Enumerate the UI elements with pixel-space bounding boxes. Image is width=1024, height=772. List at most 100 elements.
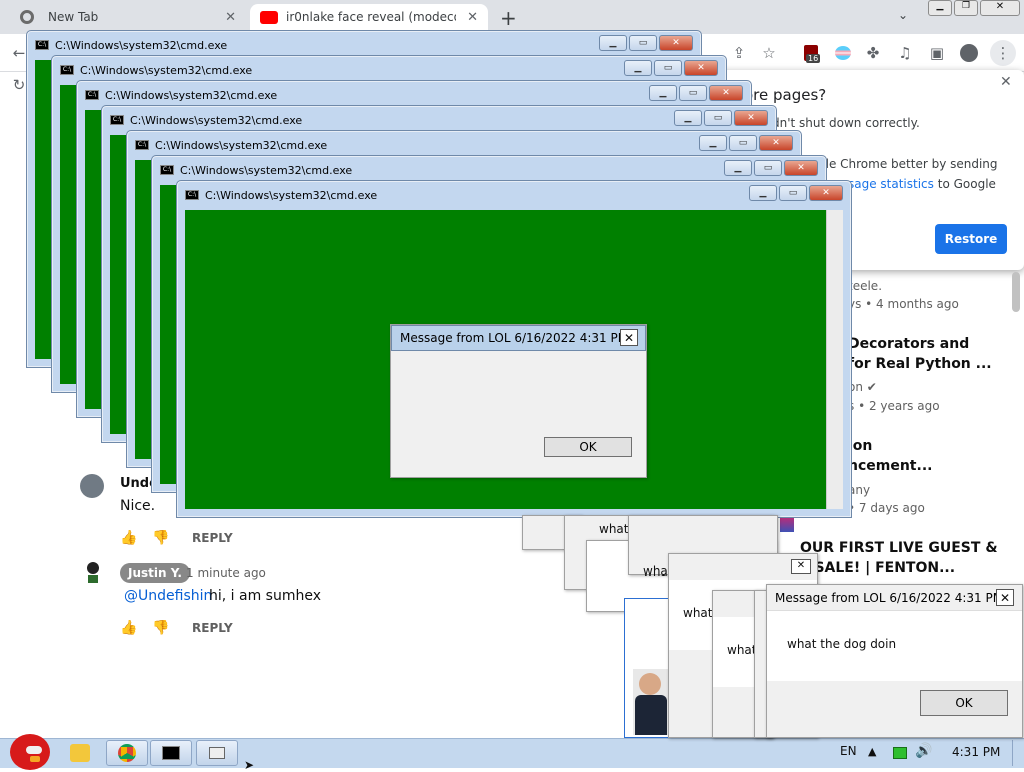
window-controls: ▁ ▭ ✕ — [624, 60, 718, 76]
window-title: C:\ C:\Windows\system32\cmd.exe — [35, 37, 227, 53]
restore-message: dn't shut down correctly. — [772, 116, 920, 130]
reply-button[interactable]: REPLY — [192, 621, 233, 635]
taskbar-cmd-button[interactable] — [150, 740, 192, 766]
network-icon[interactable] — [893, 747, 907, 759]
sidebar-item-2-title[interactable]: Decorators and — [848, 334, 969, 354]
sidebar-item-2-title-2[interactable]: for Real Python ... — [848, 354, 992, 374]
profile-icon[interactable] — [958, 42, 980, 64]
close-icon[interactable]: ✕ — [684, 60, 718, 76]
close-icon[interactable]: ✕ — [709, 85, 743, 101]
show-desktop-button[interactable] — [1012, 740, 1022, 766]
minimize-icon[interactable]: ▁ — [724, 160, 752, 176]
comment-author-badge[interactable]: Justin Y. — [120, 563, 190, 583]
maximize-icon[interactable]: ▭ — [704, 110, 732, 126]
window-controls: ▁ ▭ ✕ — [699, 135, 793, 151]
chrome-icon — [20, 10, 34, 24]
maximize-icon[interactable]: ▭ — [779, 185, 807, 201]
avatar[interactable] — [80, 474, 104, 498]
tab-label: New Tab — [48, 10, 99, 24]
maximize-icon[interactable]: ▭ — [629, 35, 657, 51]
extension-badge: 16 — [806, 54, 821, 63]
person-head — [639, 673, 661, 695]
close-icon[interactable]: ✕ — [980, 0, 1020, 16]
page-scrollbar[interactable] — [1012, 272, 1020, 312]
chevron-down-icon[interactable]: ⌄ — [898, 8, 908, 22]
thumbs-up-icon[interactable]: 👍 — [120, 620, 137, 636]
minimize-icon[interactable]: ▁ — [749, 185, 777, 201]
close-icon[interactable]: ✕ — [791, 559, 811, 574]
window-title: C:\ C:\Windows\system32\cmd.exe — [110, 112, 302, 128]
sidepanel-icon[interactable]: ▣ — [926, 42, 948, 64]
scrollbar[interactable] — [826, 210, 843, 509]
taskbar-chrome-button[interactable] — [106, 740, 148, 766]
window-controls: ▁ ❐ ✕ — [928, 0, 1022, 18]
window-controls: ▁ ▭ ✕ — [674, 110, 768, 126]
taskbar-window-button[interactable] — [196, 740, 238, 766]
flag-extension-icon[interactable] — [832, 42, 854, 64]
close-icon[interactable]: ✕ — [467, 10, 478, 25]
cmd-icon: C:\ — [60, 65, 74, 75]
cmd-icon: C:\ — [85, 90, 99, 100]
avatar[interactable] — [84, 562, 102, 584]
sidebar-item-1-meta: ys • 4 months ago — [848, 297, 959, 311]
minimize-icon[interactable]: ▁ — [599, 35, 627, 51]
restore-icon[interactable]: ❐ — [954, 0, 978, 16]
tray-expand-icon[interactable]: ▲ — [868, 745, 876, 758]
tab-youtube[interactable]: ir0nlake face reveal (modeco80) ✕ — [250, 4, 488, 30]
close-icon[interactable]: ✕ — [225, 10, 236, 25]
minimize-icon[interactable]: ▁ — [928, 0, 952, 16]
close-icon[interactable]: ✕ — [809, 185, 843, 201]
ok-button[interactable]: OK — [544, 437, 632, 457]
close-icon[interactable]: ✕ — [759, 135, 793, 151]
message-box-front[interactable]: Message from LOL 6/16/2022 4:31 PM ✕ wha… — [766, 584, 1023, 738]
new-tab-button[interactable]: + — [500, 6, 517, 30]
puzzle-icon[interactable]: ✤ — [862, 42, 884, 64]
thumbs-up-icon[interactable]: 👍 — [120, 530, 137, 546]
mention-link[interactable]: @Undefishin — [124, 588, 212, 604]
clock[interactable]: 4:31 PM — [952, 745, 1000, 759]
usage-statistics-link[interactable]: sage statistics — [848, 177, 934, 191]
sidebar-item-2-meta: s • 2 years ago — [848, 399, 940, 413]
thumbs-down-icon[interactable]: 👎 — [152, 620, 169, 636]
minimize-icon[interactable]: ▁ — [699, 135, 727, 151]
maximize-icon[interactable]: ▭ — [729, 135, 757, 151]
reply-button[interactable]: REPLY — [192, 531, 233, 545]
volume-icon[interactable]: 🔊 — [915, 743, 932, 759]
cmd-icon: C:\ — [35, 40, 49, 50]
sidebar-item-4-title-2[interactable]: E SALE! | FENTON... — [800, 558, 955, 578]
thumbs-down-icon[interactable]: 👎 — [152, 530, 169, 546]
sidebar-item-3-title-2[interactable]: ncement... — [848, 456, 932, 476]
window-title: C:\ C:\Windows\system32\cmd.exe — [60, 62, 252, 78]
message-box-back[interactable]: Message from LOL 6/16/2022 4:31 PM ✕ OK — [390, 324, 647, 478]
language-indicator[interactable]: EN — [840, 744, 857, 758]
menu-kebab-icon[interactable]: ⋮ — [990, 40, 1016, 66]
tab-new-tab[interactable]: New Tab ✕ — [10, 4, 246, 30]
message-box-title: Message from LOL 6/16/2022 4:31 PM — [767, 585, 1022, 611]
cmd-icon: C:\ — [185, 190, 199, 200]
restore-button[interactable]: Restore — [935, 224, 1007, 254]
minimize-icon[interactable]: ▁ — [624, 60, 652, 76]
window-title: C:\ C:\Windows\system32\cmd.exe — [185, 187, 377, 203]
close-icon[interactable]: ✕ — [1000, 74, 1012, 90]
close-icon[interactable]: ✕ — [734, 110, 768, 126]
maximize-icon[interactable]: ▭ — [679, 85, 707, 101]
message-box-title: Message from LOL 6/16/2022 4:31 PM — [391, 325, 646, 351]
share-icon[interactable]: ⇪ — [728, 42, 750, 64]
comment-time[interactable]: 1 minute ago — [186, 566, 266, 580]
star-icon[interactable]: ☆ — [758, 42, 780, 64]
close-icon[interactable]: ✕ — [659, 35, 693, 51]
minimize-icon[interactable]: ▁ — [649, 85, 677, 101]
media-icon[interactable]: ♫ — [894, 42, 916, 64]
minimize-icon[interactable]: ▁ — [674, 110, 702, 126]
maximize-icon[interactable]: ▭ — [654, 60, 682, 76]
close-icon[interactable]: ✕ — [996, 589, 1014, 606]
close-icon[interactable]: ✕ — [620, 329, 638, 346]
maximize-icon[interactable]: ▭ — [754, 160, 782, 176]
close-icon[interactable]: ✕ — [784, 160, 818, 176]
ok-button[interactable]: OK — [920, 690, 1008, 716]
window-controls: ▁ ▭ ✕ — [649, 85, 743, 101]
start-button[interactable] — [4, 730, 50, 770]
explorer-icon[interactable] — [70, 744, 90, 762]
window-icon — [209, 747, 225, 759]
sidebar-item-4-title[interactable]: OUR FIRST LIVE GUEST & — [800, 538, 998, 558]
